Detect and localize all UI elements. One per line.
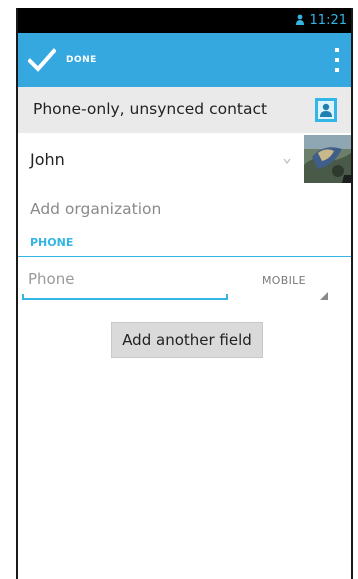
organization-row[interactable]: Add organization (18, 187, 351, 233)
contact-photo[interactable] (304, 135, 351, 183)
action-bar: DONE (18, 33, 351, 87)
phone-section-header: PHONE (18, 232, 351, 257)
add-organization-field[interactable]: Add organization (30, 200, 161, 218)
screen: 11:21 DONE Phone-only, unsynced contact (16, 8, 353, 579)
status-bar: 11:21 (18, 8, 351, 33)
add-another-field-button[interactable]: Add another field (111, 322, 263, 358)
done-label: DONE (66, 55, 97, 65)
phone-input-wrap[interactable] (22, 264, 228, 300)
bezel-left (0, 0, 16, 579)
status-time: 11:21 (309, 13, 347, 28)
phone-type-label: MOBILE (262, 274, 306, 287)
done-button[interactable]: DONE (18, 33, 128, 87)
bezel-right (353, 0, 358, 579)
person-notification-icon (296, 14, 304, 25)
checkmark-icon (28, 48, 56, 72)
phone-section-label: PHONE (30, 236, 74, 249)
overflow-menu-icon[interactable] (333, 48, 341, 72)
spinner-corner-icon (320, 292, 328, 300)
name-field[interactable]: John (30, 150, 65, 169)
device: 11:21 DONE Phone-only, unsynced contact (0, 0, 358, 579)
phone-type-spinner[interactable]: MOBILE (258, 272, 330, 302)
account-header: Phone-only, unsynced contact (18, 87, 351, 133)
expand-arrow-icon[interactable] (283, 157, 291, 165)
phone-row: MOBILE (18, 258, 351, 306)
contact-card-icon (315, 98, 337, 122)
name-row[interactable]: John (18, 133, 351, 187)
phone-input[interactable] (28, 270, 218, 288)
account-title: Phone-only, unsynced contact (33, 100, 268, 118)
contact-photo-image (304, 135, 351, 183)
